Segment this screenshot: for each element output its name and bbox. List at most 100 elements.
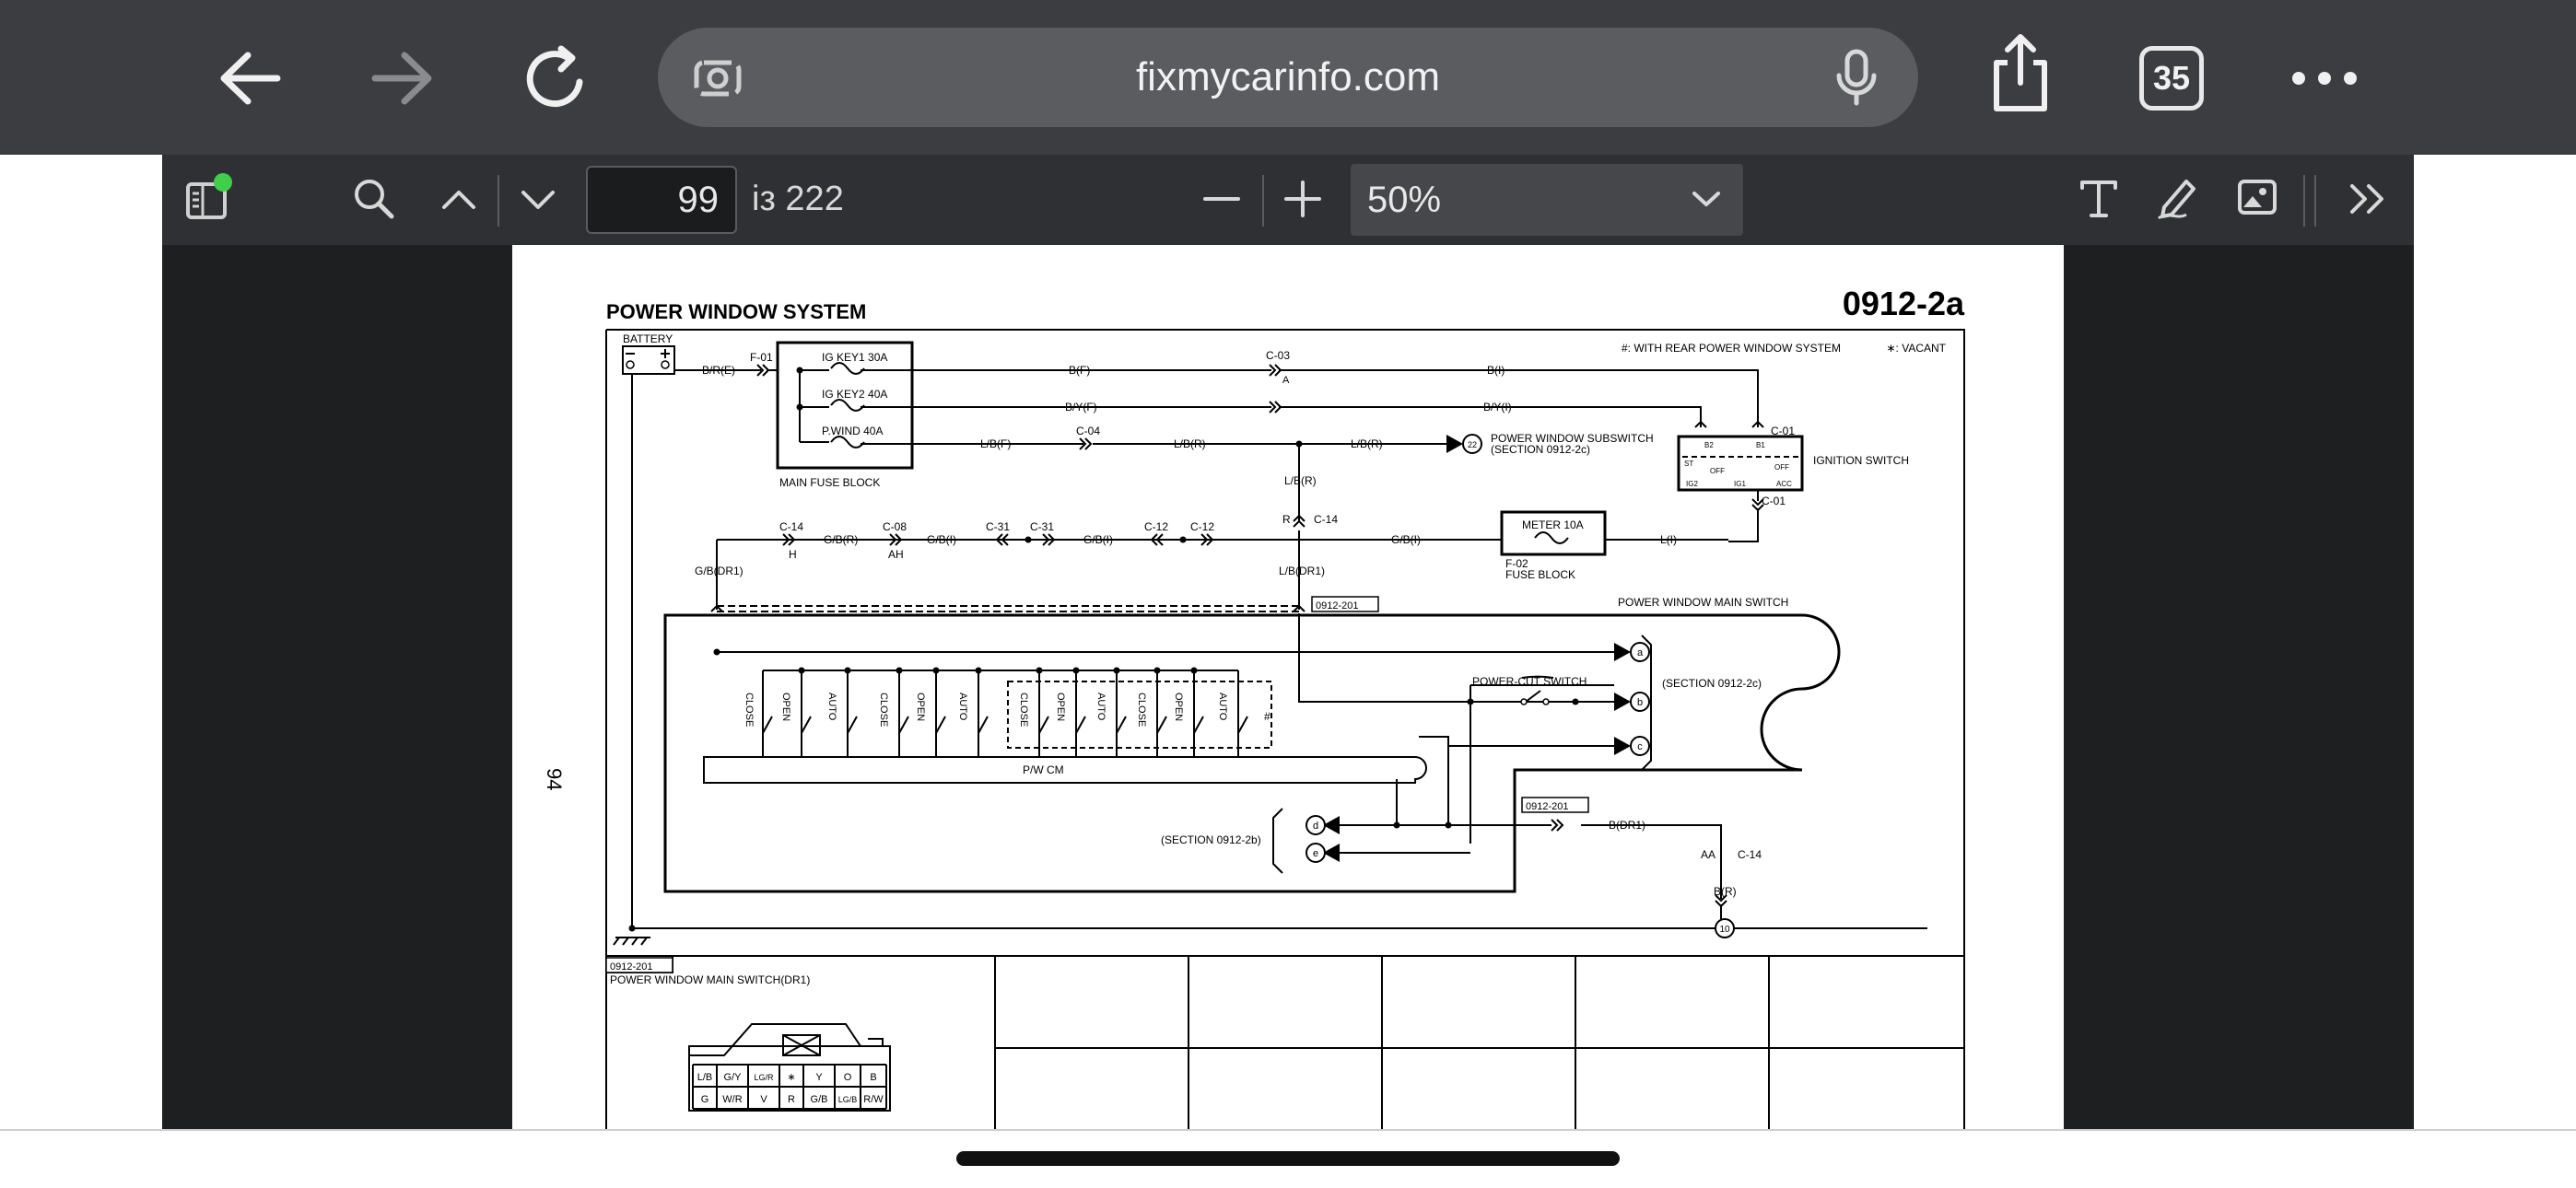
connector-pin: LG/B (838, 1095, 858, 1104)
fuse-ig-key1: IG KEY1 30A (822, 351, 887, 364)
forward-arrow-icon[interactable] (361, 37, 444, 120)
connector-pin: Y (815, 1072, 823, 1083)
label-wire: B(I) (1487, 364, 1505, 377)
pw-cm-label: P/W CM (1023, 763, 1064, 776)
switch-label: OPEN (780, 693, 791, 721)
reference-label: 0912-201 (1526, 801, 1569, 812)
label-wire: L/B(R) (1284, 474, 1317, 487)
section-ref-label: (SECTION 0912-2b) (1161, 833, 1261, 846)
label-wire: L(I) (1660, 533, 1677, 546)
switch-label: OPEN (1055, 693, 1066, 721)
switch-label: CLOSE (1018, 693, 1029, 727)
text-tool-icon[interactable] (2071, 169, 2126, 225)
fuse-block-label: FUSE BLOCK (1505, 568, 1575, 581)
switch-label: AUTO (1217, 693, 1228, 721)
next-page-icon[interactable] (510, 171, 566, 227)
ground-label: 10 (1719, 925, 1730, 935)
ig-label: ACC (1776, 480, 1792, 488)
diagram-code: 0912-2a (1843, 285, 1965, 322)
switch-label: OPEN (915, 693, 926, 721)
label-wire: G/B(I) (1391, 533, 1421, 546)
ig-label: IG1 (1734, 480, 1746, 488)
power-cut-switch-label: POWER-CUT SWITCH (1472, 675, 1587, 688)
pw-main-switch-label: POWER WINDOW MAIN SWITCH (1618, 596, 1788, 609)
label-connector: C-04 (1076, 425, 1100, 437)
connector-pin: V (760, 1094, 767, 1105)
note-vacant: ∗: VACANT (1886, 342, 1946, 355)
label-wire: L/B(F) (980, 437, 1011, 450)
switch-label: CLOSE (744, 693, 755, 727)
terminal-label: c (1637, 741, 1643, 752)
label-wire: B(DR1) (1609, 819, 1645, 832)
terminal-label: d (1313, 821, 1318, 832)
connector-pin: L/B (697, 1072, 713, 1083)
ig-label: OFF (1774, 463, 1789, 472)
wiring-diagram: POWER WINDOW SYSTEM 0912-2a #: WITH REAR… (543, 285, 1965, 1129)
note-rear: #: WITH REAR POWER WINDOW SYSTEM (1622, 342, 1841, 355)
microphone-icon[interactable] (1833, 48, 1879, 111)
zoom-in-icon[interactable] (1275, 171, 1330, 227)
main-fuse-block-label: MAIN FUSE BLOCK (779, 476, 880, 489)
label-connector: C-12 (1144, 520, 1168, 533)
label-connector: C-03 (1266, 349, 1290, 362)
page-number-input[interactable]: 99 (586, 166, 737, 234)
connector-pin: O (844, 1072, 852, 1083)
zoom-value: 50% (1367, 180, 1442, 220)
home-indicator[interactable] (956, 1151, 1620, 1166)
connector-pin: ∗ (787, 1072, 795, 1083)
label-connector: A (1282, 375, 1290, 386)
label-connector: C-14 (1738, 848, 1762, 861)
label-wire: B/Y(F) (1065, 401, 1097, 413)
label-connector: H (789, 548, 797, 561)
fuse-ig-key2: IG KEY2 40A (822, 388, 887, 401)
label-connector: AH (888, 548, 904, 561)
address-bar[interactable]: fixmycarinfo.com (658, 28, 1918, 127)
connector-pin: R/W (863, 1094, 884, 1105)
label-wire: G/B(I) (927, 533, 956, 546)
dropdown-icon[interactable] (1679, 171, 1734, 227)
terminal-label: e (1313, 848, 1318, 859)
switch-label: AUTO (826, 693, 837, 721)
label-connector: C-08 (883, 520, 907, 533)
label-wire: B/Y(I) (1483, 401, 1512, 413)
more-icon[interactable] (2283, 37, 2366, 120)
back-arrow-icon[interactable] (208, 37, 291, 120)
connector-pin: R (788, 1094, 795, 1105)
browser-toolbar: fixmycarinfo.com 35 (0, 0, 2576, 155)
label-wire: G/B(I) (1083, 533, 1113, 546)
label-connector: C-14 (1314, 513, 1338, 526)
ig-label: IG2 (1686, 480, 1698, 488)
document-page: POWER WINDOW SYSTEM 0912-2a #: WITH REAR… (512, 245, 2064, 1129)
url-text[interactable]: fixmycarinfo.com (658, 28, 1918, 127)
switch-label: CLOSE (1136, 693, 1147, 727)
more-tools-icon[interactable] (2340, 171, 2395, 227)
connector-pin: G/Y (724, 1072, 743, 1083)
prev-page-icon[interactable] (431, 171, 486, 227)
reload-icon[interactable] (514, 37, 597, 120)
label-connector: AA (1701, 848, 1715, 861)
ignition-switch-label: IGNITION SWITCH (1813, 454, 1909, 467)
image-tool-icon[interactable] (2230, 169, 2285, 225)
connector-pin: LG/R (754, 1073, 774, 1082)
page-total: із 222 (752, 180, 844, 218)
search-icon[interactable] (346, 171, 402, 227)
reference-label: 0912-201 (610, 961, 653, 973)
switch-label: AUTO (1095, 693, 1107, 721)
label-connector: C-14 (779, 520, 803, 533)
label-connector: R (1282, 513, 1291, 526)
connector-pin: W/R (722, 1094, 742, 1105)
connector-pin: B (870, 1072, 876, 1083)
meter-fuse-label: METER 10A (1522, 518, 1584, 531)
switch-label: OPEN (1173, 693, 1184, 721)
draw-tool-icon[interactable] (2150, 169, 2206, 225)
zoom-out-icon[interactable] (1194, 171, 1249, 227)
share-icon[interactable] (1979, 31, 2062, 114)
label-connector: 22 (1468, 440, 1477, 449)
ig-label: OFF (1710, 467, 1725, 475)
sidebar-icon[interactable] (181, 169, 236, 225)
label-wire: G/B(DR1) (695, 565, 744, 577)
label-wire: G/B(R) (824, 533, 858, 546)
label-wire: B/R(E) (702, 364, 735, 377)
terminal-label: b (1637, 697, 1643, 708)
tabs-icon[interactable]: 35 (2139, 46, 2204, 111)
